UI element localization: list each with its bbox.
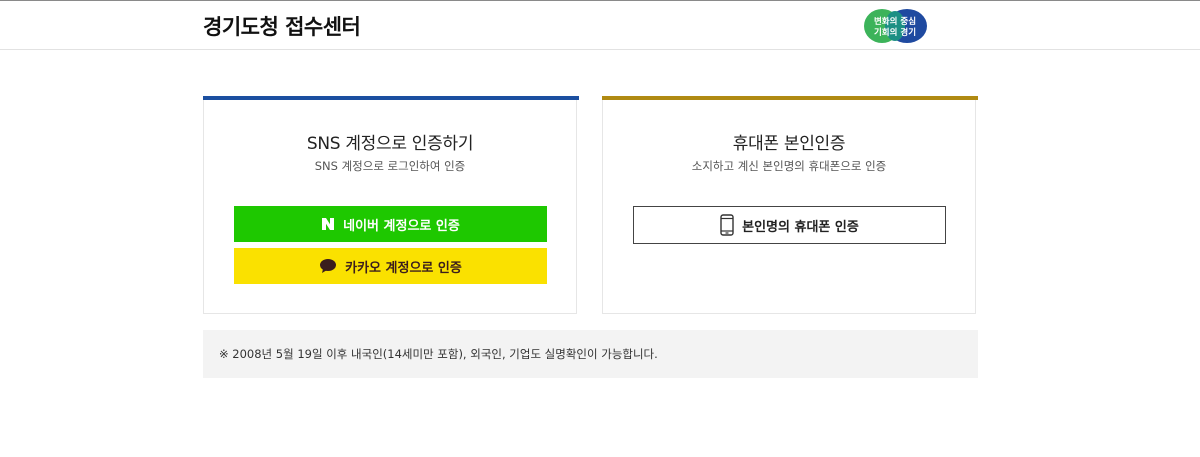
phone-card-title: 휴대폰 본인인증 bbox=[732, 134, 846, 154]
sns-card-subtitle: SNS 계정으로 로그인하여 인증 bbox=[314, 159, 466, 173]
site-title: 경기도청 접수센터 bbox=[203, 15, 361, 39]
site-header: 경기도청 접수센터 변화의 중심 기회의 경기 bbox=[0, 1, 1200, 50]
naver-logo-icon bbox=[321, 217, 335, 231]
naver-auth-label: 네이버 계정으로 인증 bbox=[343, 218, 460, 234]
sns-card-accent-bar bbox=[203, 96, 579, 100]
kakao-auth-button[interactable]: 카카오 계정으로 인증 bbox=[234, 248, 547, 284]
gyeonggi-logo: 변화의 중심 기회의 경기 bbox=[862, 8, 928, 44]
sns-card-title: SNS 계정으로 인증하기 bbox=[306, 134, 474, 154]
phone-card-accent-bar bbox=[602, 96, 978, 100]
logo-line2: 기회의 경기 bbox=[874, 27, 916, 38]
phone-card-subtitle: 소지하고 계신 본인명의 휴대폰으로 인증 bbox=[691, 159, 887, 173]
notice-text: ※ 2008년 5월 19일 이후 내국인(14세미만 포함), 외국인, 기업… bbox=[219, 347, 658, 361]
phone-auth-label: 본인명의 휴대폰 인증 bbox=[742, 219, 859, 235]
notice-box: ※ 2008년 5월 19일 이후 내국인(14세미만 포함), 외국인, 기업… bbox=[203, 330, 978, 378]
mobile-phone-icon bbox=[720, 214, 734, 236]
kakao-chat-icon bbox=[319, 258, 337, 274]
sns-auth-card: SNS 계정으로 인증하기 SNS 계정으로 로그인하여 인증 네이버 계정으로… bbox=[203, 96, 579, 314]
logo-line1: 변화의 중심 bbox=[874, 16, 916, 27]
kakao-auth-label: 카카오 계정으로 인증 bbox=[345, 260, 462, 276]
phone-auth-card: 휴대폰 본인인증 소지하고 계신 본인명의 휴대폰으로 인증 본인명의 휴대폰 … bbox=[602, 96, 978, 314]
naver-auth-button[interactable]: 네이버 계정으로 인증 bbox=[234, 206, 547, 242]
phone-auth-button[interactable]: 본인명의 휴대폰 인증 bbox=[633, 206, 946, 244]
